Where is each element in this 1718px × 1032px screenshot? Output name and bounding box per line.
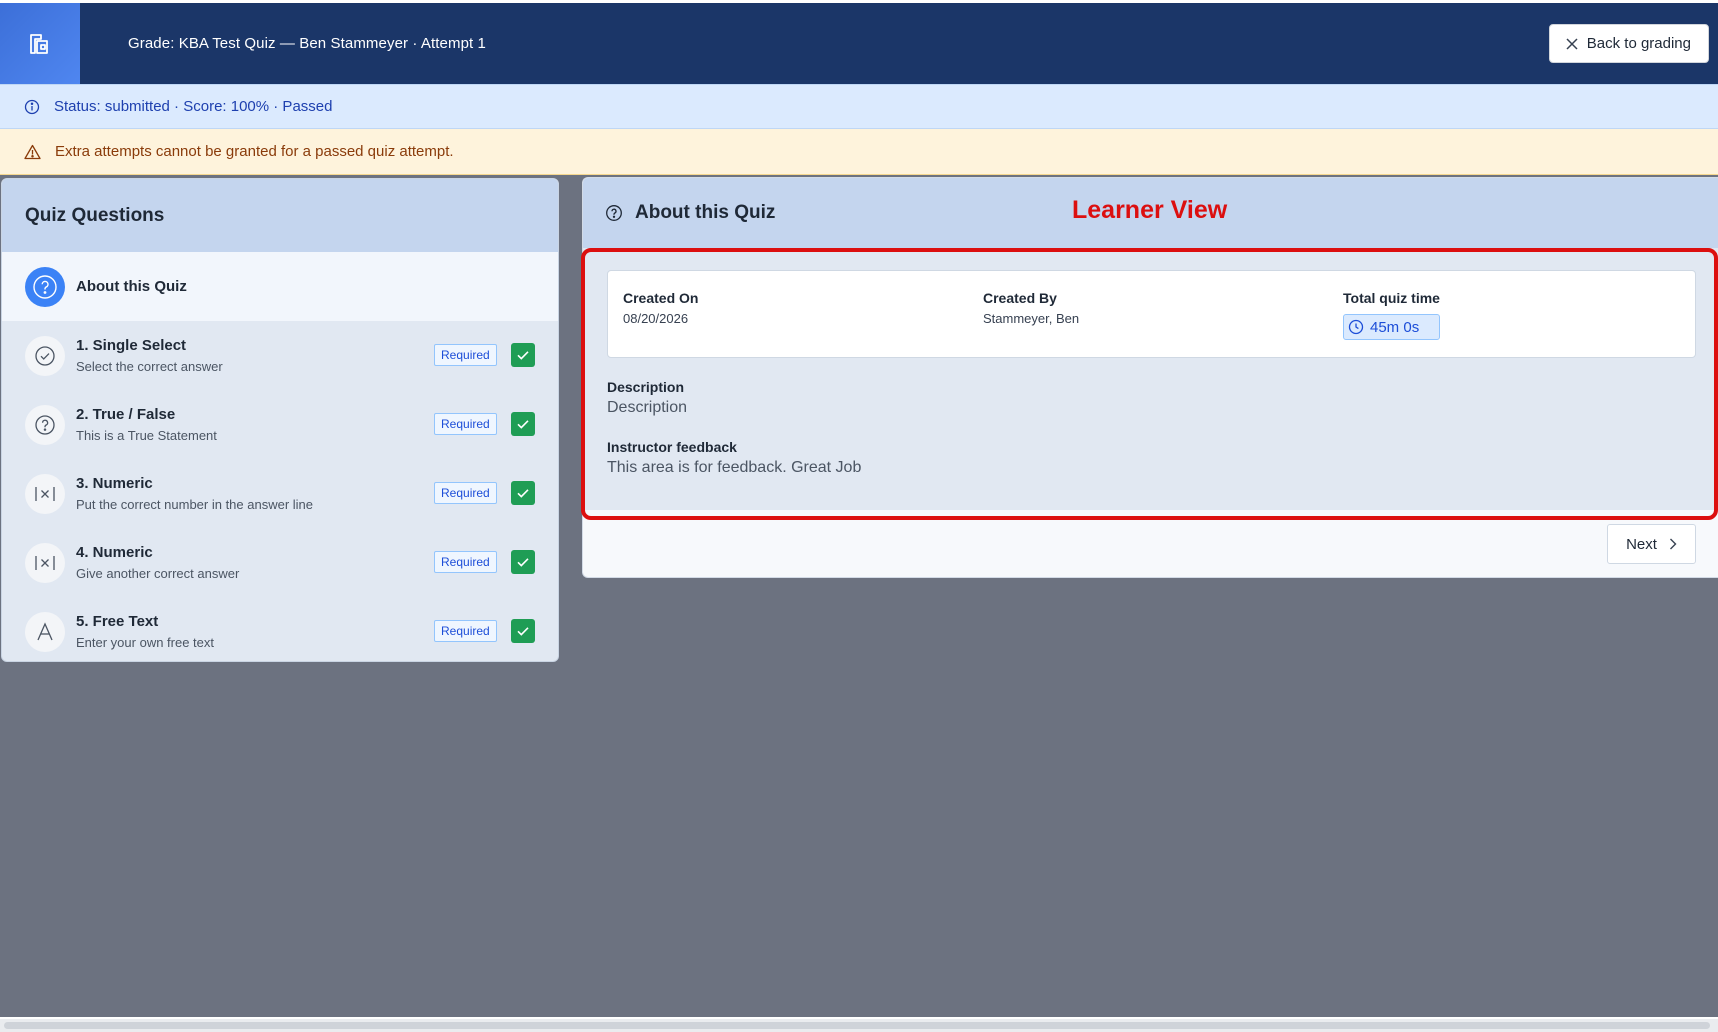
required-badge: Required: [434, 551, 497, 573]
sidebar-item-question-2[interactable]: 2. True / False This is a True Statement…: [2, 390, 558, 459]
graded-check-icon: [511, 550, 535, 574]
quiz-info-card: Created On 08/20/2026 Created By Stammey…: [607, 270, 1696, 358]
sidebar-item-label: About this Quiz: [76, 278, 187, 295]
app-header: Grade: KBA Test Quiz — Ben Stammeyer · A…: [0, 3, 1718, 84]
numeric-icon: [25, 542, 65, 583]
total-time-badge: 45m 0s: [1343, 314, 1440, 340]
question-title: 2. True / False: [76, 406, 176, 423]
created-on-label: Created On: [623, 290, 699, 306]
description-value: Description: [607, 399, 688, 416]
info-icon: [24, 99, 40, 114]
description-label: Description: [607, 379, 685, 395]
instructor-feedback-label: Instructor feedback: [607, 439, 737, 455]
status-text: Status: submitted · Score: 100% · Passed: [54, 98, 333, 115]
required-badge: Required: [434, 482, 497, 504]
chevron-right-icon: [1669, 538, 1677, 550]
question-subtitle: Give another correct answer: [76, 566, 240, 581]
graded-check-icon: [511, 412, 535, 436]
quiz-detail-panel: About this Quiz Learner View Created On …: [582, 177, 1718, 578]
close-icon: [1566, 37, 1578, 50]
warning-icon: [24, 144, 41, 159]
clock-icon: [1348, 319, 1364, 335]
created-by-value: Stammeyer, Ben: [983, 311, 1080, 326]
required-badge: Required: [434, 413, 497, 435]
sidebar-item-question-3[interactable]: 3. Numeric Put the correct number in the…: [2, 459, 558, 528]
total-time-field: Total quiz time 45m 0s: [1343, 290, 1440, 340]
next-button[interactable]: Next: [1607, 524, 1696, 564]
question-circle-icon: [606, 205, 622, 221]
required-badge: Required: [434, 344, 497, 366]
graded-check-icon: [511, 481, 535, 505]
back-to-grading-label: Back to grading: [1586, 35, 1691, 52]
sidebar-item-about[interactable]: About this Quiz: [2, 252, 558, 321]
quiz-questions-panel: Quiz Questions About this Quiz 1. Single…: [1, 178, 559, 662]
description-field: Description Description: [607, 379, 687, 417]
app-logo-icon: [30, 33, 48, 54]
app-logo[interactable]: [0, 3, 80, 84]
question-subtitle: Select the correct answer: [76, 359, 223, 374]
instructor-feedback-field: Instructor feedback This area is for fee…: [607, 439, 861, 477]
quiz-detail-title: About this Quiz: [635, 202, 776, 223]
next-label: Next: [1626, 535, 1657, 553]
quiz-detail-header: About this Quiz Learner View: [583, 178, 1718, 248]
created-on-field: Created On 08/20/2026: [623, 290, 698, 326]
question-title: 5. Free Text: [76, 613, 159, 630]
warning-text: Extra attempts cannot be granted for a p…: [55, 143, 454, 160]
sidebar-item-question-1[interactable]: 1. Single Select Select the correct answ…: [2, 321, 558, 390]
instructor-feedback-value: This area is for feedback. Great Job: [607, 459, 862, 476]
warning-banner: Extra attempts cannot be granted for a p…: [0, 129, 1718, 175]
text-icon: [25, 611, 65, 652]
question-circle-icon: [25, 266, 65, 307]
sidebar-item-question-4[interactable]: 4. Numeric Give another correct answer R…: [2, 528, 558, 597]
question-title: 3. Numeric: [76, 475, 153, 492]
question-subtitle: Enter your own free text: [76, 635, 215, 650]
created-on-value: 08/20/2026: [623, 311, 689, 326]
sidebar-item-question-5[interactable]: 5. Free Text Enter your own free text Re…: [2, 597, 558, 661]
quiz-questions-title: Quiz Questions: [2, 179, 558, 252]
graded-check-icon: [511, 619, 535, 643]
created-by-field: Created By Stammeyer, Ben: [983, 290, 1079, 326]
total-time-label: Total quiz time: [1343, 290, 1440, 306]
total-time-value: 45m 0s: [1370, 318, 1420, 336]
created-by-label: Created By: [983, 290, 1057, 306]
question-title: 4. Numeric: [76, 544, 153, 561]
check-circle-icon: [25, 335, 65, 376]
question-subtitle: This is a True Statement: [76, 428, 217, 443]
question-subtitle: Put the correct number in the answer lin…: [76, 497, 314, 512]
page-title: Grade: KBA Test Quiz — Ben Stammeyer · A…: [128, 35, 487, 52]
learner-view-annotation: Learner View: [1072, 196, 1228, 224]
horizontal-scrollbar[interactable]: [0, 1017, 1718, 1032]
quiz-detail-body: Created On 08/20/2026 Created By Stammey…: [583, 248, 1718, 510]
back-to-grading-button[interactable]: Back to grading: [1548, 24, 1709, 63]
numeric-icon: [25, 473, 65, 514]
question-title: 1. Single Select: [76, 337, 187, 354]
required-badge: Required: [434, 620, 497, 642]
scrollbar-thumb[interactable]: [4, 1022, 1710, 1029]
status-banner: Status: submitted · Score: 100% · Passed: [0, 84, 1718, 129]
graded-check-icon: [511, 343, 535, 367]
question-circle-icon: [25, 404, 65, 445]
